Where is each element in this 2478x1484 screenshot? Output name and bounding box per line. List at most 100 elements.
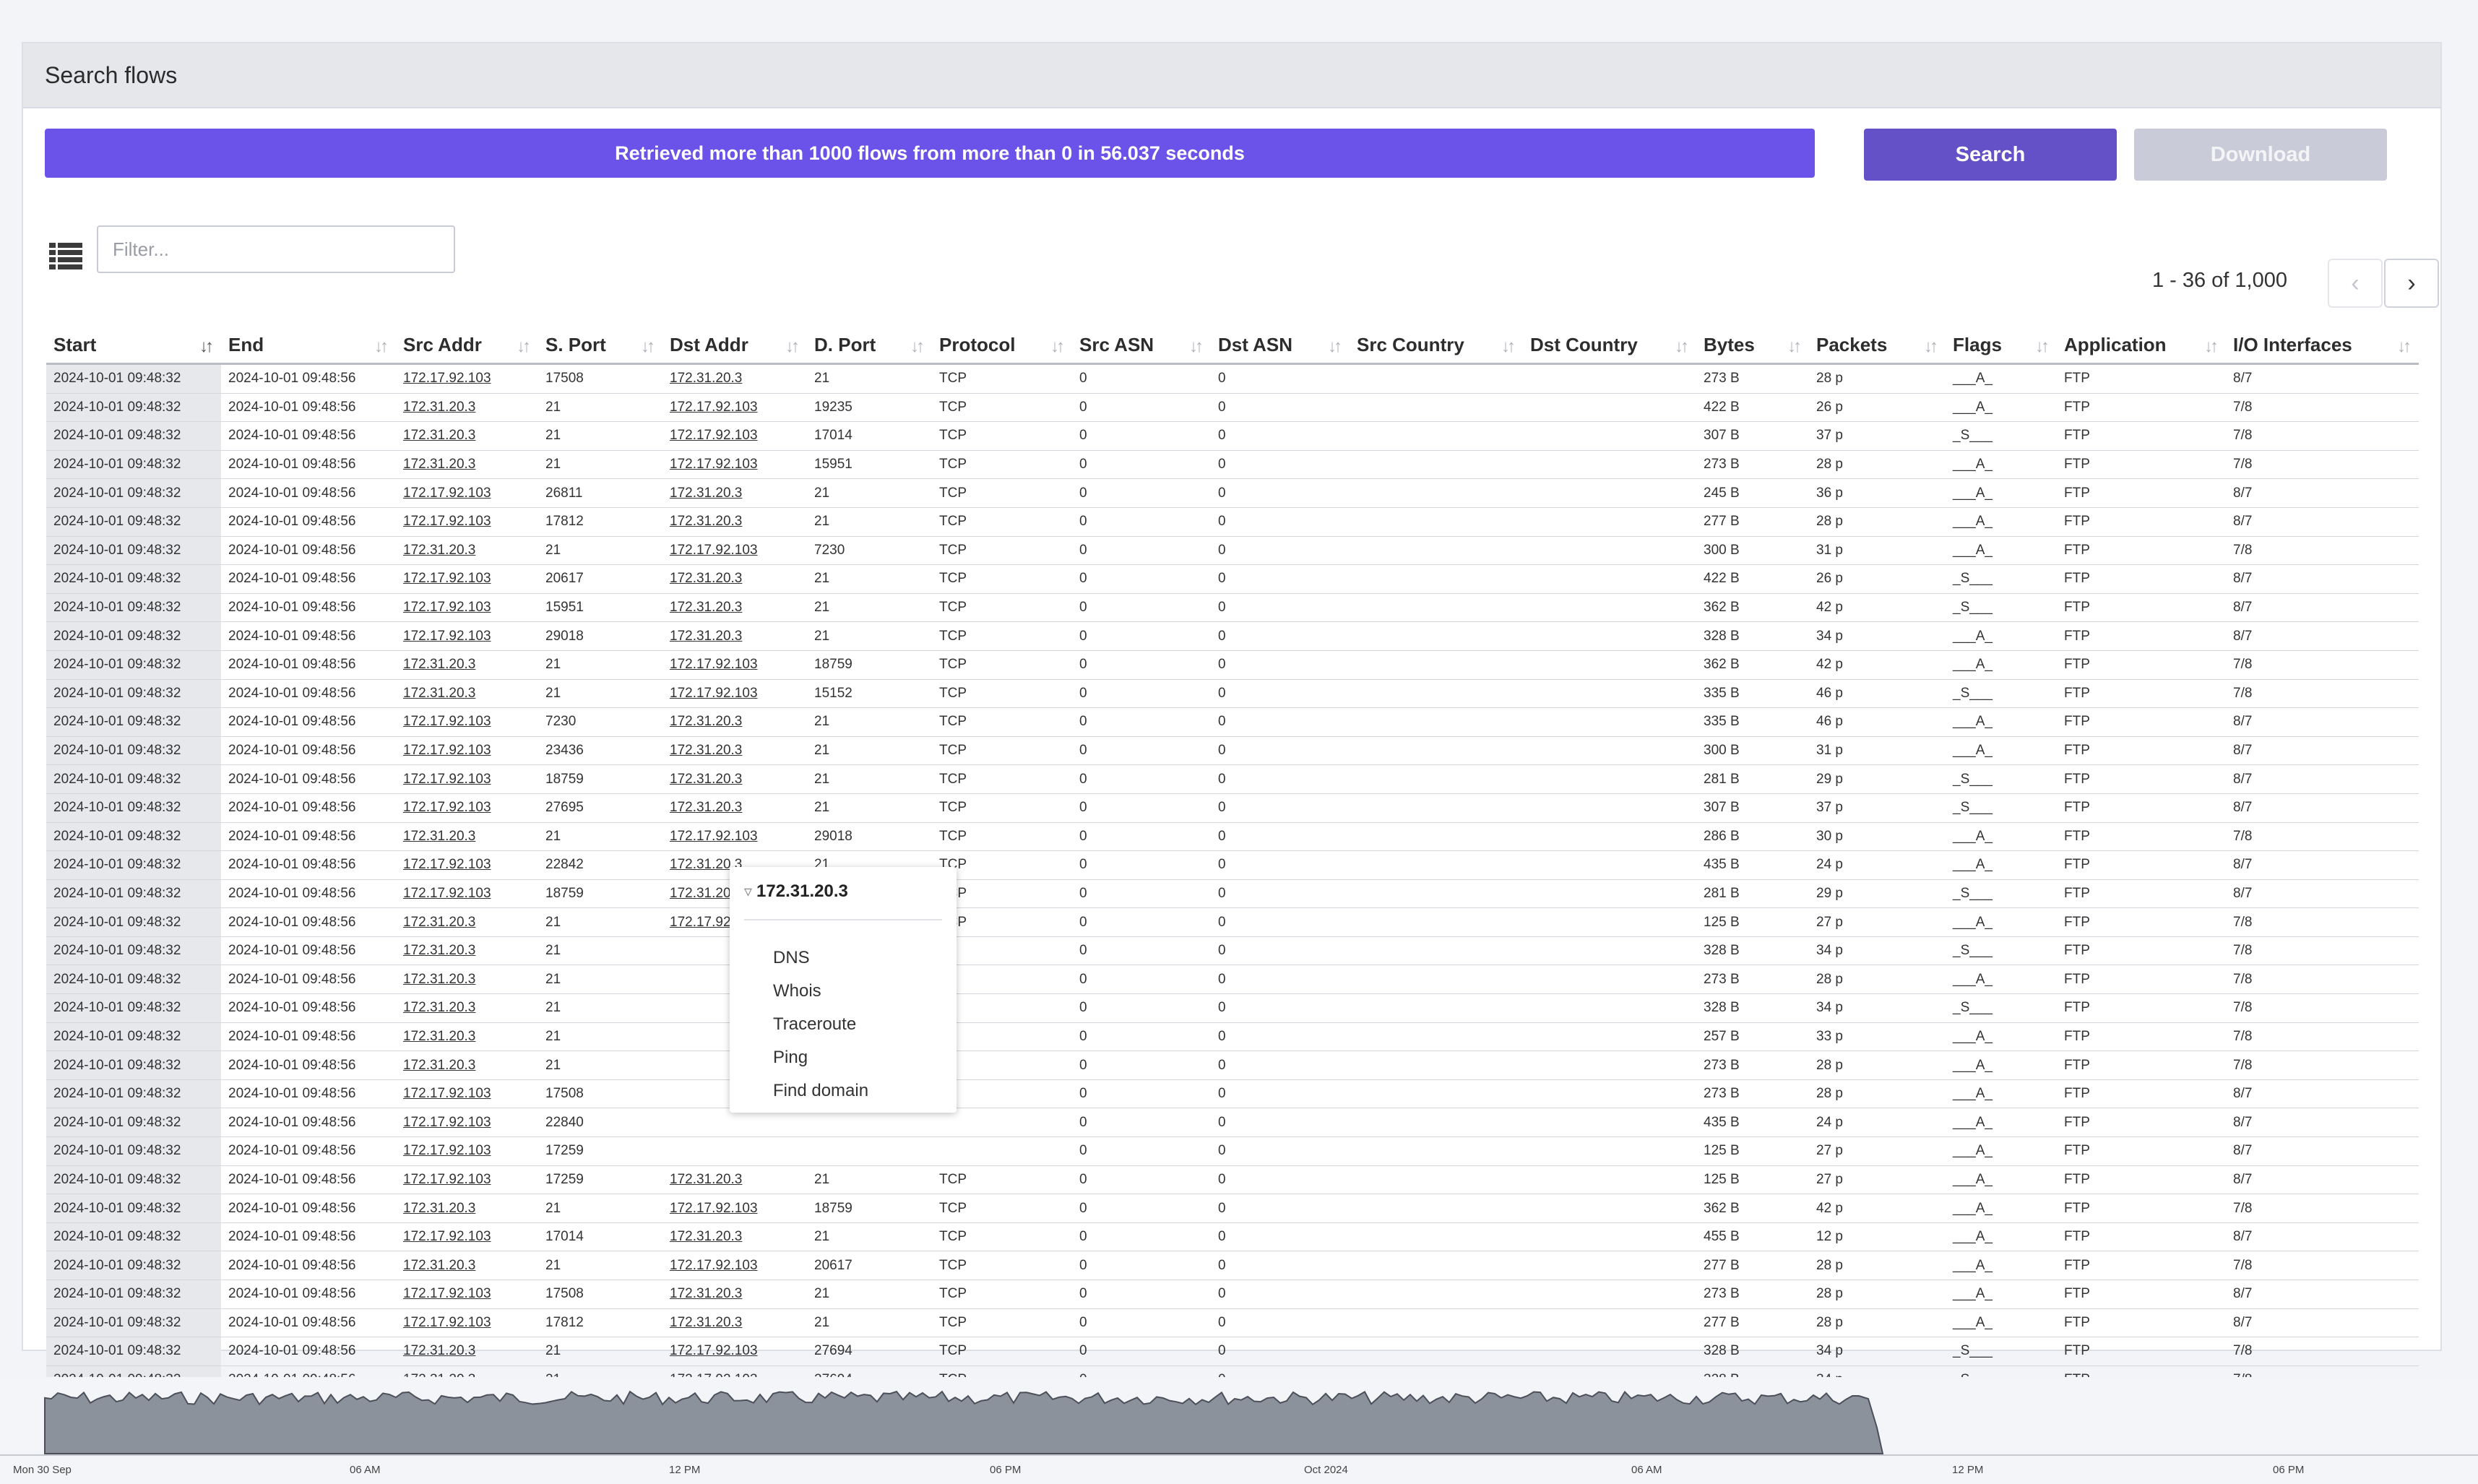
table-row[interactable]: 2024-10-01 09:48:322024-10-01 09:48:5617… xyxy=(46,879,2419,909)
filter-input[interactable] xyxy=(97,225,455,273)
sort-descending-icon[interactable]: ↓↑ xyxy=(199,337,214,357)
table-row[interactable]: 2024-10-01 09:48:322024-10-01 09:48:5617… xyxy=(46,1136,2419,1166)
sort-icon[interactable]: ↓↑ xyxy=(374,337,389,357)
sort-icon[interactable]: ↓↑ xyxy=(785,337,800,357)
column-header-dst-asn[interactable]: Dst ASN ↓↑ xyxy=(1211,327,1350,365)
table-cell[interactable]: 172.31.20.3 xyxy=(396,822,538,852)
download-button[interactable]: Download xyxy=(2134,129,2387,181)
table-cell[interactable]: 172.31.20.3 xyxy=(662,707,807,737)
menu-item-find-domain[interactable]: Find domain xyxy=(773,1081,868,1101)
table-row[interactable]: 2024-10-01 09:48:322024-10-01 09:48:5617… xyxy=(46,536,2419,566)
table-cell[interactable]: 172.31.20.3 xyxy=(396,1022,538,1052)
table-row[interactable]: 2024-10-01 09:48:322024-10-01 09:48:5617… xyxy=(46,507,2419,537)
column-header-bytes[interactable]: Bytes ↓↑ xyxy=(1696,327,1809,365)
table-cell[interactable]: 172.31.20.3 xyxy=(396,907,538,937)
table-row[interactable]: 2024-10-01 09:48:322024-10-01 09:48:5617… xyxy=(46,679,2419,709)
table-row[interactable]: 2024-10-01 09:48:322024-10-01 09:48:5617… xyxy=(46,1280,2419,1309)
table-cell[interactable]: 172.17.92.103 xyxy=(396,478,538,508)
table-cell[interactable]: 172.31.20.3 xyxy=(662,478,807,508)
table-cell[interactable]: 172.17.92.103 xyxy=(396,1165,538,1195)
menu-item-whois[interactable]: Whois xyxy=(773,981,821,1001)
column-header-src-addr[interactable]: Src Addr ↓↑ xyxy=(396,327,538,365)
sort-icon[interactable]: ↓↑ xyxy=(1787,337,1802,357)
table-row[interactable]: 2024-10-01 09:48:322024-10-01 09:48:5617… xyxy=(46,593,2419,623)
table-cell[interactable]: 172.31.20.3 xyxy=(662,564,807,594)
sort-icon[interactable]: ↓↑ xyxy=(1501,337,1516,357)
column-header-flags[interactable]: Flags ↓↑ xyxy=(1946,327,2057,365)
table-row[interactable]: 2024-10-01 09:48:322024-10-01 09:48:5617… xyxy=(46,736,2419,766)
table-cell[interactable]: 172.31.20.3 xyxy=(396,1337,538,1366)
timeline-overview[interactable]: Mon 30 Sep 06 AM 12 PM 06 PM Oct 2024 06 AM 12… xyxy=(0,1377,2478,1484)
table-row[interactable]: 2024-10-01 09:48:322024-10-01 09:48:5617… xyxy=(46,478,2419,508)
table-cell[interactable]: 172.17.92.103 xyxy=(662,393,807,423)
column-header-src-asn[interactable]: Src ASN ↓↑ xyxy=(1072,327,1211,365)
sort-icon[interactable]: ↓↑ xyxy=(910,337,925,357)
search-button[interactable]: Search xyxy=(1864,129,2117,181)
menu-item-ping[interactable]: Ping xyxy=(773,1048,808,1068)
table-cell[interactable]: 172.17.92.103 xyxy=(396,736,538,766)
table-cell[interactable]: 172.17.92.103 xyxy=(396,793,538,823)
table-row[interactable]: 2024-10-01 09:48:322024-10-01 09:48:5617… xyxy=(46,822,2419,852)
table-cell[interactable]: 172.31.20.3 xyxy=(662,793,807,823)
table-cell[interactable]: 172.17.92.103 xyxy=(396,564,538,594)
table-cell[interactable]: 172.31.20.3 xyxy=(662,1280,807,1309)
table-cell[interactable]: 172.17.92.103 xyxy=(396,1280,538,1309)
table-cell[interactable]: 172.17.92.103 xyxy=(396,507,538,537)
context-menu-title[interactable]: ▿ 172.31.20.3 xyxy=(744,881,848,902)
table-cell[interactable]: 172.17.92.103 xyxy=(396,363,538,394)
table-cell[interactable]: 172.17.92.103 xyxy=(396,707,538,737)
table-row[interactable]: 2024-10-01 09:48:322024-10-01 09:48:5617… xyxy=(46,621,2419,651)
table-cell[interactable]: 172.31.20.3 xyxy=(396,421,538,451)
table-cell[interactable]: 172.17.92.103 xyxy=(662,1251,807,1280)
column-header-start[interactable]: Start ↓↑ xyxy=(46,327,221,365)
column-header-d-port[interactable]: D. Port ↓↑ xyxy=(807,327,932,365)
table-cell[interactable]: 172.31.20.3 xyxy=(662,593,807,623)
sort-icon[interactable]: ↓↑ xyxy=(1924,337,1938,357)
table-row[interactable]: 2024-10-01 09:48:322024-10-01 09:48:5617… xyxy=(46,764,2419,794)
table-row[interactable]: 2024-10-01 09:48:322024-10-01 09:48:5617… xyxy=(46,850,2419,880)
table-cell[interactable]: 172.31.20.3 xyxy=(396,1194,538,1223)
table-row[interactable]: 2024-10-01 09:48:322024-10-01 09:48:5617… xyxy=(46,1222,2419,1252)
column-header-protocol[interactable]: Protocol ↓↑ xyxy=(932,327,1072,365)
list-columns-icon[interactable] xyxy=(49,241,82,270)
table-cell[interactable]: 172.31.20.3 xyxy=(662,1222,807,1252)
table-cell[interactable]: 172.31.20.3 xyxy=(396,650,538,680)
table-row[interactable]: 2024-10-01 09:48:322024-10-01 09:48:5617… xyxy=(46,450,2419,480)
table-cell[interactable]: 172.17.92.103 xyxy=(662,650,807,680)
table-row[interactable]: 2024-10-01 09:48:322024-10-01 09:48:5617… xyxy=(46,1108,2419,1138)
table-row[interactable]: 2024-10-01 09:48:322024-10-01 09:48:5617… xyxy=(46,650,2419,680)
table-cell[interactable]: 172.17.92.103 xyxy=(662,1194,807,1223)
table-cell[interactable]: 172.31.20.3 xyxy=(662,621,807,651)
sort-icon[interactable]: ↓↑ xyxy=(641,337,655,357)
table-cell[interactable]: 172.17.92.103 xyxy=(662,421,807,451)
sort-icon[interactable]: ↓↑ xyxy=(1189,337,1204,357)
table-cell[interactable]: 172.31.20.3 xyxy=(662,507,807,537)
table-cell[interactable]: 172.17.92.103 xyxy=(396,1079,538,1109)
sort-icon[interactable]: ↓↑ xyxy=(1675,337,1689,357)
column-header-packets[interactable]: Packets ↓↑ xyxy=(1809,327,1946,365)
table-cell[interactable]: 172.31.20.3 xyxy=(396,536,538,566)
table-cell[interactable]: 172.17.92.103 xyxy=(396,1136,538,1166)
table-cell[interactable]: 172.17.92.103 xyxy=(396,879,538,909)
table-cell[interactable]: 172.17.92.103 xyxy=(396,621,538,651)
table-cell[interactable]: 172.17.92.103 xyxy=(662,822,807,852)
table-row[interactable]: 2024-10-01 09:48:322024-10-01 09:48:5617… xyxy=(46,1308,2419,1338)
table-cell[interactable]: 172.17.92.103 xyxy=(396,1108,538,1138)
column-header-application[interactable]: Application ↓↑ xyxy=(2057,327,2226,365)
previous-page-button[interactable]: ‹ xyxy=(2328,259,2383,308)
table-row[interactable]: 2024-10-01 09:48:322024-10-01 09:48:5617… xyxy=(46,1051,2419,1080)
table-cell[interactable]: 172.17.92.103 xyxy=(662,450,807,480)
table-row[interactable]: 2024-10-01 09:48:322024-10-01 09:48:5617… xyxy=(46,1022,2419,1052)
next-page-button[interactable]: › xyxy=(2384,259,2439,308)
column-header-dst-addr[interactable]: Dst Addr ↓↑ xyxy=(662,327,807,365)
column-header-src-country[interactable]: Src Country ↓↑ xyxy=(1350,327,1523,365)
table-row[interactable]: 2024-10-01 09:48:322024-10-01 09:48:5617… xyxy=(46,965,2419,995)
table-cell[interactable]: 172.31.20.3 xyxy=(396,393,538,423)
table-cell[interactable]: 172.17.92.103 xyxy=(662,679,807,709)
table-cell[interactable]: 172.31.20.3 xyxy=(662,363,807,394)
table-row[interactable]: 2024-10-01 09:48:322024-10-01 09:48:5617… xyxy=(46,707,2419,737)
table-cell[interactable]: 172.31.20.3 xyxy=(662,1165,807,1195)
sort-icon[interactable]: ↓↑ xyxy=(2397,337,2412,357)
sort-icon[interactable]: ↓↑ xyxy=(517,337,531,357)
table-cell[interactable]: 172.31.20.3 xyxy=(662,736,807,766)
